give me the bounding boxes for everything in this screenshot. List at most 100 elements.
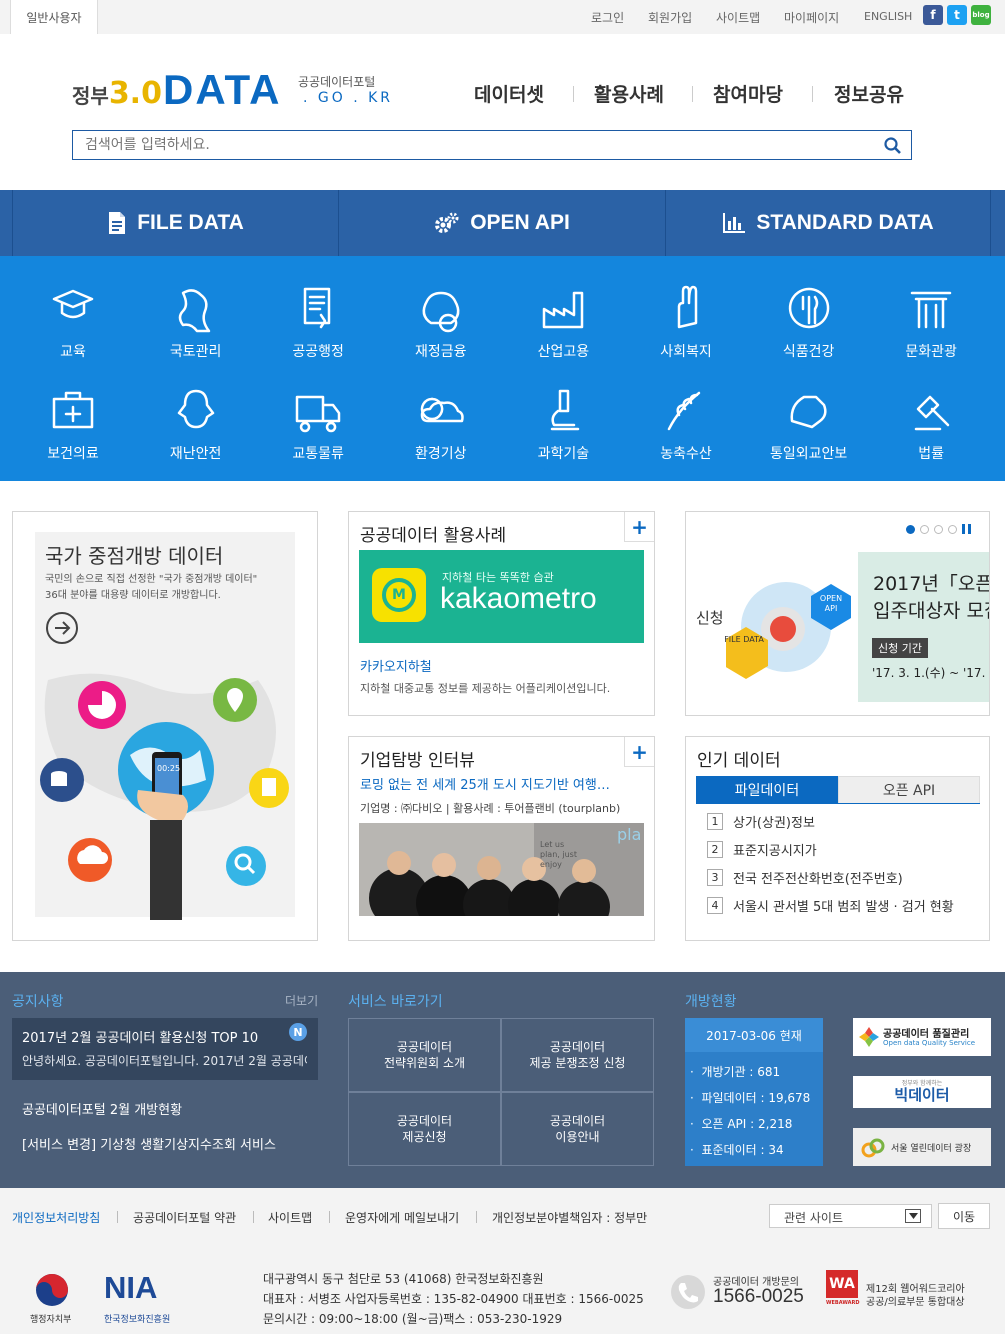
notice-item[interactable]: [서비스 변경] 기상청 생활기상지수조회 서비스 xyxy=(22,1134,276,1153)
category-9[interactable]: 보건의료 xyxy=(12,385,134,480)
data-logo[interactable]: DATA xyxy=(163,66,281,114)
service-guide-link[interactable]: 공공데이터 이용안내 xyxy=(501,1092,654,1166)
seoul-logo-icon xyxy=(861,1138,885,1158)
category-label: 산업고용 xyxy=(537,344,590,360)
popular-tab-api[interactable]: 오픈 API xyxy=(838,776,980,804)
category-8[interactable]: 문화관광 xyxy=(870,283,992,378)
category-6[interactable]: 사회복지 xyxy=(625,283,747,378)
popular-item[interactable]: 1 상가(상권)정보 xyxy=(707,812,815,831)
nia-logo[interactable]: NIA xyxy=(104,1270,157,1306)
category-11[interactable]: 교통물류 xyxy=(257,385,379,480)
tab-open-api[interactable]: OPEN API xyxy=(339,190,666,256)
quality-logo-icon xyxy=(859,1027,879,1047)
promo-slider[interactable]: 신청 OPEN API FILE DATA 2017년「오픈소 입주대상자 모집… xyxy=(685,511,990,716)
slider-dot[interactable] xyxy=(948,524,957,534)
slider-dot[interactable] xyxy=(934,524,943,534)
bigdata-banner-title: 빅데이터 xyxy=(894,1086,950,1104)
footer-mail-link[interactable]: 운영자에게 메일보내기 xyxy=(345,1209,459,1226)
notice-more-link[interactable]: 더보기 xyxy=(285,992,318,1009)
footer-privacy-link[interactable]: 개인정보처리방침 xyxy=(12,1209,100,1226)
footer-sitemap-link[interactable]: 사이트맵 xyxy=(268,1209,312,1226)
nav-usecase[interactable]: 활용사례 xyxy=(594,80,664,107)
pause-icon[interactable] xyxy=(962,524,971,534)
popular-item-text: 서울시 관서별 5대 범죄 발생 · 검거 현황 xyxy=(733,900,954,915)
slider-dot[interactable] xyxy=(920,524,929,534)
popular-item[interactable]: 2 표준지공시지가 xyxy=(707,840,817,859)
quality-banner[interactable]: 공공데이터 품질관리 Open data Quality Service xyxy=(853,1018,991,1056)
tab-open-api-label: OPEN API xyxy=(470,211,570,234)
popular-title: 인기 데이터 xyxy=(697,751,781,771)
popular-item[interactable]: 4 서울시 관서별 5대 범죄 발생 · 검거 현황 xyxy=(707,896,954,915)
nav-divider xyxy=(573,86,574,102)
nav-info-share[interactable]: 정보공유 xyxy=(834,80,904,107)
phone-time: 00:25 xyxy=(157,764,181,773)
taeguk-logo-icon xyxy=(36,1274,68,1306)
nav-divider xyxy=(812,86,813,102)
signup-link[interactable]: 회원가입 xyxy=(648,9,692,26)
category-icon xyxy=(303,287,331,329)
category-14[interactable]: 농축수산 xyxy=(625,385,747,480)
notice-item[interactable]: 공공데이터포털 2월 개방현황 xyxy=(22,1099,182,1118)
focus-data-desc-1: 국민의 손으로 직접 선정한 "국가 중점개방 데이터" xyxy=(45,574,258,585)
category-label: 재난안전 xyxy=(169,446,222,462)
tab-file-data-label: FILE DATA xyxy=(137,211,244,234)
nav-dataset[interactable]: 데이터셋 xyxy=(474,80,544,107)
gov30-logo[interactable]: 정부3.0 xyxy=(72,76,162,111)
service-label: 공공데이터 xyxy=(549,1114,606,1128)
category-5[interactable]: 산업고용 xyxy=(502,283,624,378)
category-10[interactable]: 재난안전 xyxy=(135,385,257,480)
interview-link[interactable]: 로밍 없는 전 세계 25개 도시 지도기반 여행… xyxy=(360,774,640,793)
popular-item[interactable]: 3 전국 전주전산화번호(전주번호) xyxy=(707,868,903,887)
service-dispute-link[interactable]: 공공데이터 제공 분쟁조정 신청 xyxy=(501,1018,654,1092)
slider-dot-active[interactable] xyxy=(906,524,915,534)
popular-tab-file[interactable]: 파일데이터 xyxy=(696,776,838,804)
search-input[interactable] xyxy=(73,131,873,159)
english-link[interactable]: ENGLISH xyxy=(864,10,912,23)
category-13[interactable]: 과학기술 xyxy=(502,385,624,480)
footer-terms-link[interactable]: 공공데이터포털 약관 xyxy=(133,1209,236,1226)
bigdata-banner[interactable]: 정부와 함께하는 빅데이터 xyxy=(853,1076,991,1108)
interview-meta: 기업명 : ㈜다비오 | 활용사례 : 투어플랜비 (tourplanb) xyxy=(360,802,621,815)
category-2[interactable]: 국토관리 xyxy=(135,283,257,378)
service-label: 공공데이터 xyxy=(549,1040,606,1054)
category-1[interactable]: 교육 xyxy=(12,283,134,378)
related-site-select[interactable]: 관련 사이트 xyxy=(769,1204,932,1228)
category-12[interactable]: 환경기상 xyxy=(380,385,502,480)
search-icon[interactable] xyxy=(883,136,903,156)
usecase-item-title[interactable]: 카카오지하철 xyxy=(360,656,432,675)
category-label: 농축수산 xyxy=(660,446,712,462)
tab-standard-data[interactable]: STANDARD DATA xyxy=(666,190,991,256)
service-committee-link[interactable]: 공공데이터 전략위원회 소개 xyxy=(348,1018,501,1092)
seoul-data-banner[interactable]: 서울 열린데이터 광장 xyxy=(853,1128,991,1166)
category-15[interactable]: 통일외교안보 xyxy=(748,385,870,480)
category-icon xyxy=(420,397,464,423)
login-link[interactable]: 로그인 xyxy=(591,9,624,26)
category-4[interactable]: 재정금융 xyxy=(380,283,502,378)
arrow-right-icon[interactable] xyxy=(45,611,79,645)
nav-divider xyxy=(692,86,693,102)
interview-more-button[interactable]: + xyxy=(624,737,654,767)
service-request-link[interactable]: 공공데이터 제공신청 xyxy=(348,1092,501,1166)
blog-icon[interactable]: blog xyxy=(971,5,991,25)
mypage-link[interactable]: 마이페이지 xyxy=(784,9,839,26)
sitemap-link[interactable]: 사이트맵 xyxy=(716,9,760,26)
tab-file-data[interactable]: FILE DATA xyxy=(12,190,339,256)
footer-divider xyxy=(329,1211,330,1223)
usecase-item-desc: 지하철 대중교통 정보를 제공하는 어플리케이션입니다. xyxy=(360,682,611,695)
category-3[interactable]: 공공행정 xyxy=(257,283,379,378)
category-label: 식품건강 xyxy=(782,344,835,360)
quality-banner-title: 공공데이터 품질관리 xyxy=(883,1029,970,1040)
go-button[interactable]: 이동 xyxy=(938,1203,990,1229)
logo-subtitle: 공공데이터포털 xyxy=(298,75,376,89)
interview-photo[interactable] xyxy=(359,823,644,916)
data-type-tabs: FILE DATA OPEN API STANDARD DATA xyxy=(0,190,1005,256)
usecase-more-button[interactable]: + xyxy=(624,512,654,542)
service-label: 공공데이터 xyxy=(396,1040,453,1054)
category-7[interactable]: 식품건강 xyxy=(748,283,870,378)
category-16[interactable]: 법률 xyxy=(870,385,992,480)
nav-participation[interactable]: 참여마당 xyxy=(713,80,783,107)
twitter-icon[interactable]: t xyxy=(947,5,967,25)
facebook-icon[interactable]: f xyxy=(923,5,943,25)
user-type-tab[interactable]: 일반사용자 xyxy=(10,0,98,34)
footer-company-info: 대표자 : 서병조 사업자등록번호 : 135-82-04900 대표번호 : … xyxy=(263,1292,644,1306)
